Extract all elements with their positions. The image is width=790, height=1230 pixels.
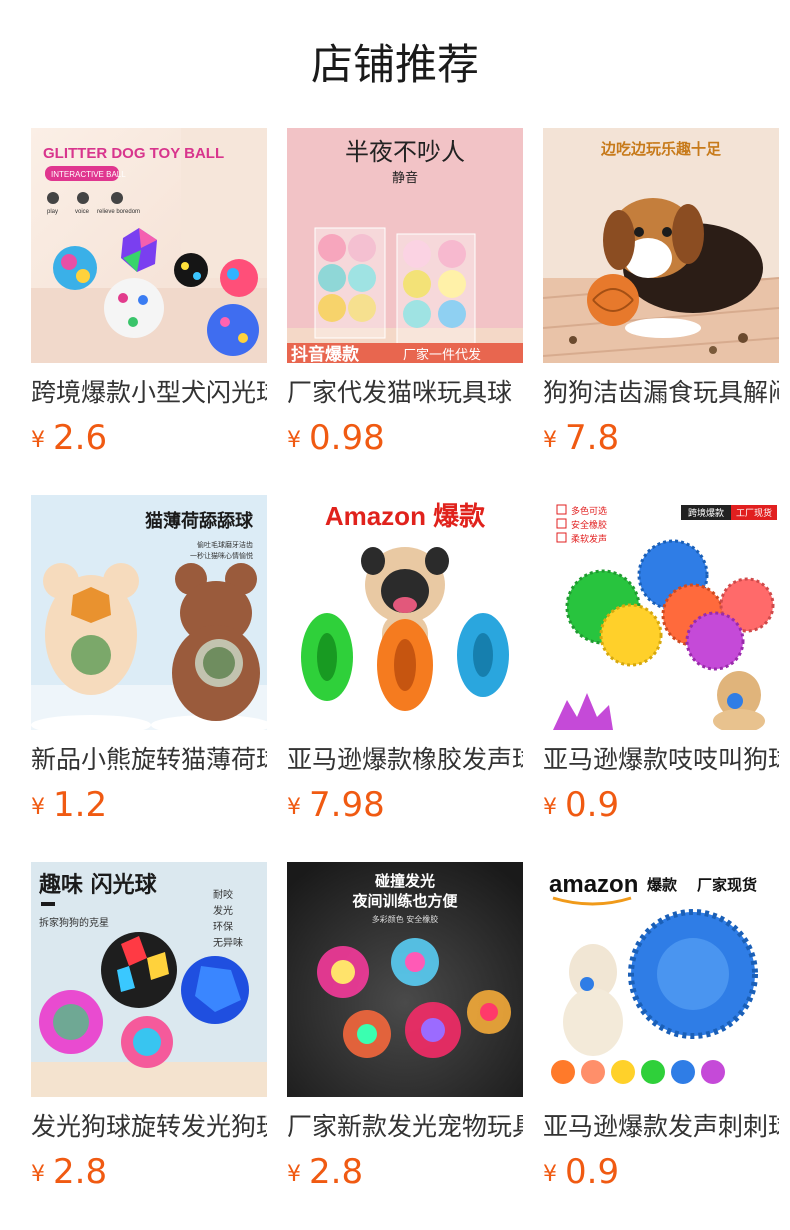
product-card-4[interactable]: 猫薄荷舔舔球 偷吐毛球磨牙洁齿 一秒让猫咪心情愉悦 新品小熊旋转猫薄荷球 ¥ 1… (31, 495, 267, 825)
product-price-1: ¥2.6 (31, 418, 107, 458)
price-amount: 0.98 (309, 418, 385, 458)
product-image-6[interactable]: 跨境爆款 工厂现货 多色可选 安全橡胶 柔软发声 (543, 495, 779, 730)
product-card-2[interactable]: 半夜不吵人 静音 抖音爆款 厂家一件代发 厂家代发猫咪玩具球 ¥ 0.98 (287, 128, 523, 458)
currency-symbol: ¥ (287, 795, 301, 820)
product-image-9[interactable]: amazon 爆款 厂家现货 (543, 862, 779, 1097)
product-card-8[interactable]: 碰撞发光 夜间训练也方便 多彩颜色 安全橡胶 厂家新款发光宠物玩具 ¥ 2.8 (287, 862, 523, 1192)
image-6-tag-right: 工厂现货 (736, 507, 772, 519)
product-card-5[interactable]: Amazon 爆款 亚马逊爆款橡胶发声球 ¥7.98 (287, 495, 523, 825)
image-1-headline: GLITTER DOG TOY BALL (43, 145, 224, 162)
price-amount: 0.9 (565, 1152, 620, 1192)
bear-catnip-ball-illustration: 猫薄荷舔舔球 偷吐毛球磨牙洁齿 一秒让猫咪心情愉悦 (31, 495, 267, 730)
product-name-2[interactable]: 厂家代发猫咪玩具球 (287, 376, 523, 410)
product-name-1[interactable]: 跨境爆款小型犬闪光球 (31, 376, 267, 410)
product-price-7: ¥2.8 (31, 1152, 107, 1192)
image-9-headline-right: 厂家现货 (697, 876, 757, 894)
product-image-8[interactable]: 碰撞发光 夜间训练也方便 多彩颜色 安全橡胶 (287, 862, 523, 1097)
image-6-check-3: 柔软发声 (571, 533, 607, 545)
store-recommendation-page: 店铺推荐 GLITTER DOG TOY BALL INTERACTIVE BA… (0, 0, 790, 1230)
cat-plush-ball-illustration: 半夜不吵人 静音 抖音爆款 厂家一件代发 (287, 128, 523, 363)
glitter-ball-illustration: GLITTER DOG TOY BALL INTERACTIVE BALL pl… (31, 128, 267, 363)
price-amount: 1.2 (53, 785, 108, 825)
spiky-squeaky-ball-illustration: 跨境爆款 工厂现货 多色可选 安全橡胶 柔软发声 (543, 495, 779, 730)
currency-symbol: ¥ (287, 1162, 301, 1187)
glowing-balls-illustration: 碰撞发光 夜间训练也方便 多彩颜色 安全橡胶 (287, 862, 523, 1097)
flash-ball-illustration: 趣味 闪光球 拆家狗狗的克星 耐咬 发光 环保 无异味 (31, 862, 267, 1097)
price-amount: 7.98 (309, 785, 385, 825)
pug-rubber-ball-illustration: Amazon 爆款 (287, 495, 523, 730)
image-3-headline: 边吃边玩乐趣十足 (600, 140, 722, 158)
product-price-9: ¥0.9 (543, 1152, 619, 1192)
image-4-headline: 猫薄荷舔舔球 (145, 510, 254, 532)
currency-symbol: ¥ (287, 428, 301, 453)
image-6-check-1: 多色可选 (571, 505, 607, 517)
image-7-headline: 趣味 闪光球 (38, 872, 158, 898)
product-image-7[interactable]: 趣味 闪光球 拆家狗狗的克星 耐咬 发光 环保 无异味 (31, 862, 267, 1097)
product-card-1[interactable]: GLITTER DOG TOY BALL INTERACTIVE BALL pl… (31, 128, 267, 458)
image-7-feature-2: 发光 (213, 904, 233, 917)
image-7-feature-4: 无异味 (213, 937, 243, 949)
image-4-sub-1: 偷吐毛球磨牙洁齿 (197, 540, 253, 549)
product-grid: GLITTER DOG TOY BALL INTERACTIVE BALL pl… (31, 128, 779, 1192)
price-amount: 2.6 (53, 418, 108, 458)
price-amount: 2.8 (53, 1152, 108, 1192)
product-name-9[interactable]: 亚马逊爆款发声刺刺球 (543, 1110, 779, 1144)
product-card-6[interactable]: 跨境爆款 工厂现货 多色可选 安全橡胶 柔软发声 亚马逊爆款吱吱叫狗球 ¥ 0.… (543, 495, 779, 825)
image-6-check-2: 安全橡胶 (571, 519, 607, 531)
image-1-feature-3: relieve boredom (97, 209, 140, 215)
image-2-banner-right: 厂家一件代发 (403, 347, 481, 363)
image-2-banner: 抖音爆款 (291, 344, 360, 363)
product-card-3[interactable]: 边吃边玩乐趣十足 狗狗洁齿漏食玩具解闷 ¥ 7.8 (543, 128, 779, 458)
currency-symbol: ¥ (31, 1162, 45, 1187)
image-6-tag-left: 跨境爆款 (688, 507, 724, 519)
product-name-7[interactable]: 发光狗球旋转发光狗玩具 (31, 1110, 267, 1144)
currency-symbol: ¥ (31, 428, 45, 453)
price-amount: 0.9 (565, 785, 620, 825)
currency-symbol: ¥ (543, 428, 557, 453)
product-card-9[interactable]: amazon 爆款 厂家现货 亚马逊爆款发声刺刺球 ¥ 0.9 (543, 862, 779, 1192)
product-price-6: ¥0.9 (543, 785, 619, 825)
product-image-1[interactable]: GLITTER DOG TOY BALL INTERACTIVE BALL pl… (31, 128, 267, 363)
currency-symbol: ¥ (543, 1162, 557, 1187)
image-1-feature-1: play (47, 209, 58, 215)
product-image-3[interactable]: 边吃边玩乐趣十足 (543, 128, 779, 363)
currency-symbol: ¥ (31, 795, 45, 820)
product-name-6[interactable]: 亚马逊爆款吱吱叫狗球 (543, 743, 779, 777)
currency-symbol: ¥ (543, 795, 557, 820)
image-8-headline-1: 碰撞发光 (375, 872, 435, 890)
image-2-subhead: 静音 (392, 170, 418, 186)
image-1-feature-2: voice (75, 209, 90, 215)
product-name-3[interactable]: 狗狗洁齿漏食玩具解闷 (543, 376, 779, 410)
product-name-8[interactable]: 厂家新款发光宠物玩具 (287, 1110, 523, 1144)
product-price-4: ¥1.2 (31, 785, 107, 825)
product-price-3: ¥7.8 (543, 418, 619, 458)
image-1-badge: INTERACTIVE BALL (51, 170, 126, 179)
image-7-feature-1: 耐咬 (213, 888, 233, 901)
image-7-sub: 拆家狗狗的克星 (39, 916, 109, 929)
price-amount: 2.8 (309, 1152, 364, 1192)
page-title: 店铺推荐 (310, 40, 479, 89)
image-9-brand: amazon (549, 871, 638, 898)
image-9-headline: 爆款 (647, 876, 678, 894)
price-amount: 7.8 (565, 418, 620, 458)
puppy-treat-ball-illustration: 边吃边玩乐趣十足 (543, 128, 779, 363)
product-image-2[interactable]: 半夜不吵人 静音 抖音爆款 厂家一件代发 (287, 128, 523, 363)
image-4-sub-2: 一秒让猫咪心情愉悦 (190, 551, 253, 560)
product-card-7[interactable]: 趣味 闪光球 拆家狗狗的克星 耐咬 发光 环保 无异味 发光狗球旋转发光狗 ¥ … (31, 862, 267, 1192)
product-image-5[interactable]: Amazon 爆款 (287, 495, 523, 730)
product-price-5: ¥7.98 (287, 785, 385, 825)
product-image-4[interactable]: 猫薄荷舔舔球 偷吐毛球磨牙洁齿 一秒让猫咪心情愉悦 (31, 495, 267, 730)
product-name-4[interactable]: 新品小熊旋转猫薄荷球 (31, 743, 267, 777)
image-2-headline: 半夜不吵人 (345, 138, 465, 166)
image-5-headline: Amazon 爆款 (325, 501, 486, 531)
image-8-headline-2: 夜间训练也方便 (351, 892, 458, 910)
product-name-5[interactable]: 亚马逊爆款橡胶发声球 (287, 743, 523, 777)
amazon-spiky-ball-illustration: amazon 爆款 厂家现货 (543, 862, 779, 1097)
image-8-sub: 多彩颜色 安全橡胶 (372, 914, 439, 924)
product-price-2: ¥0.98 (287, 418, 385, 458)
product-price-8: ¥2.8 (287, 1152, 363, 1192)
image-7-feature-3: 环保 (213, 920, 233, 933)
